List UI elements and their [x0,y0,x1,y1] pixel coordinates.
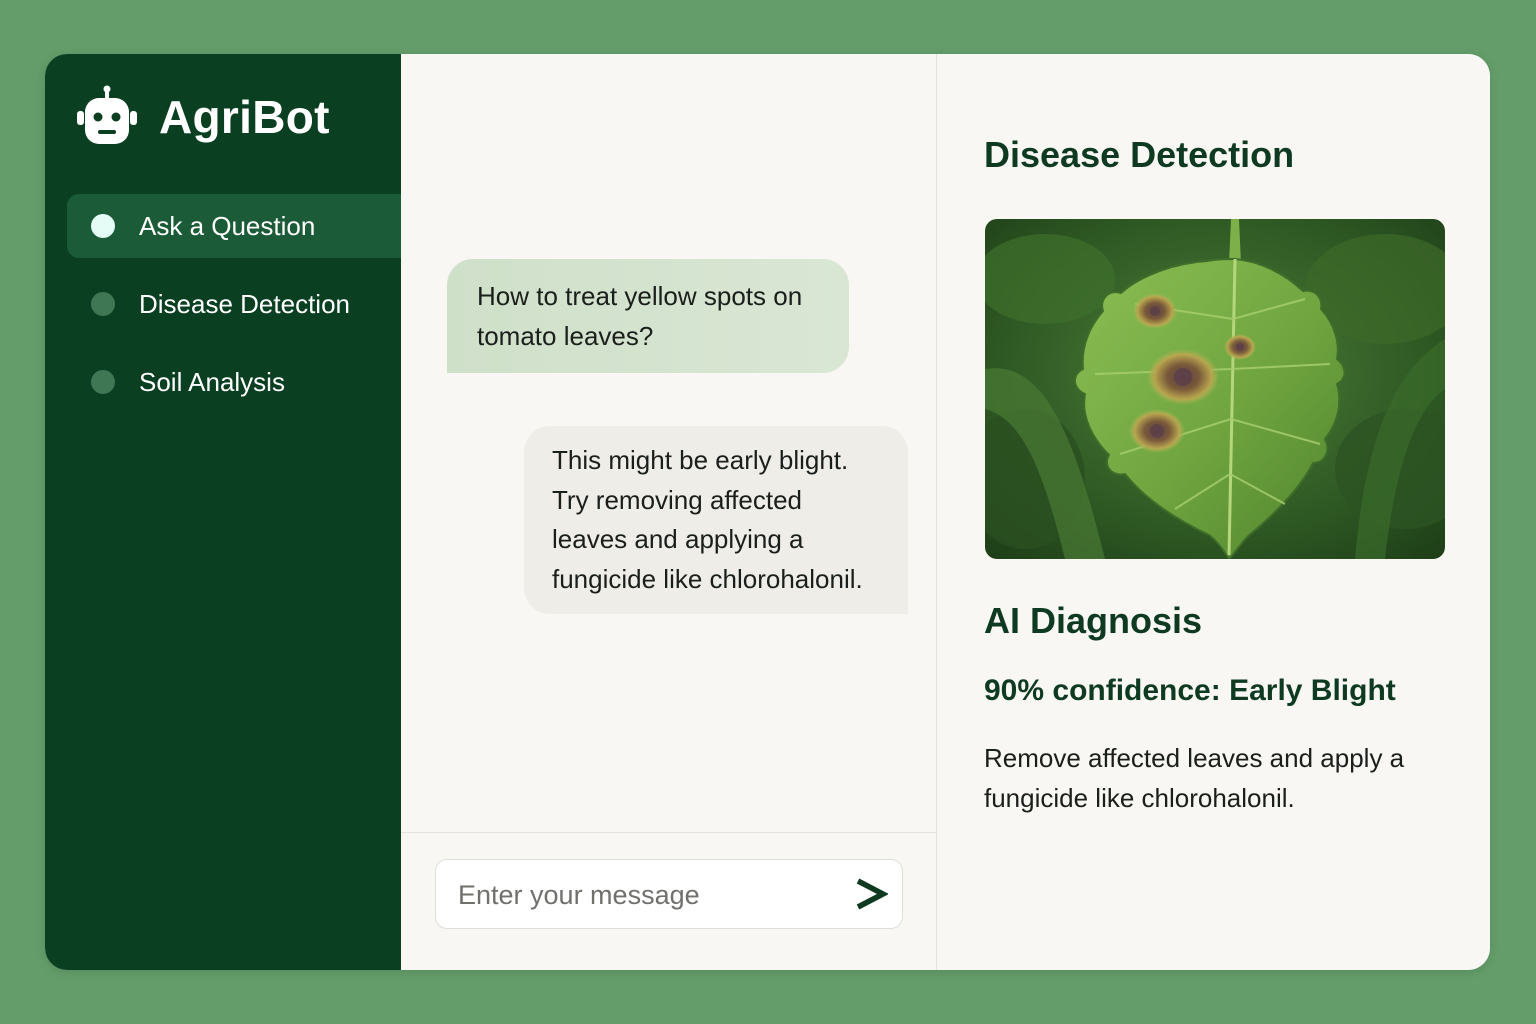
sidebar-item-label: Soil Analysis [139,366,285,397]
app-window: AgriBot Ask a Question Disease Detection… [45,54,1490,970]
chat-area: How to treat yellow spots on tomato leav… [401,54,937,970]
sidebar-item-soil-analysis[interactable]: Soil Analysis [67,350,401,414]
confidence-result: 90% confidence: Early Blight [984,674,1396,707]
sidebar-nav: Ask a Question Disease Detection Soil An… [67,194,401,428]
dot-icon [91,370,115,394]
diagnosis-panel: Disease Detection AI Diagnosis 90% confi… [937,54,1490,970]
robot-icon [77,85,137,144]
sidebar-item-label: Ask a Question [139,210,316,241]
tomato-leaf-image [985,219,1445,559]
active-dot-icon [91,214,115,238]
message-input-box [435,859,903,930]
send-arrow-icon[interactable] [852,876,888,912]
panel-title: Disease Detection [984,134,1295,175]
dot-icon [91,292,115,316]
app-name: AgriBot [159,91,330,143]
sidebar-item-ask-a-question[interactable]: Ask a Question [67,194,401,258]
bot-message-bubble: This might be early blight. Try removing… [524,426,908,614]
sidebar-item-disease-detection[interactable]: Disease Detection [67,272,401,336]
diagnosis-title: AI Diagnosis [984,600,1203,641]
user-message-bubble: How to treat yellow spots on tomato leav… [447,259,849,373]
message-composer [401,832,936,970]
brand: AgriBot [75,82,330,152]
sidebar-item-label: Disease Detection [139,288,350,319]
sidebar: AgriBot Ask a Question Disease Detection… [45,54,401,970]
message-input[interactable] [456,860,840,930]
treatment-advice: Remove affected leaves and apply a fungi… [984,743,1405,813]
